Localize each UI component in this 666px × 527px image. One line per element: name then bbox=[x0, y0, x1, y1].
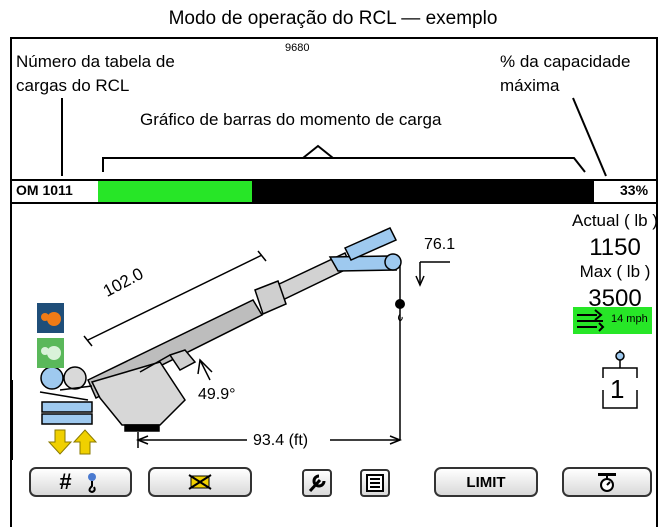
wrench-icon bbox=[308, 474, 326, 493]
menu-button[interactable] bbox=[360, 469, 390, 497]
wind-icon bbox=[577, 309, 605, 332]
hook-icon bbox=[87, 473, 96, 493]
parts-of-line-value: 1 bbox=[610, 374, 625, 404]
limit-button[interactable]: LIMIT bbox=[434, 467, 538, 497]
mute-horn-icon bbox=[188, 474, 212, 490]
tare-button[interactable] bbox=[562, 467, 652, 497]
menu-list-icon bbox=[366, 474, 384, 492]
alarm-mute-button[interactable] bbox=[148, 467, 252, 497]
boom-angle-label: 49.9° bbox=[198, 386, 236, 403]
radius-label: 93.4 (ft) bbox=[253, 432, 309, 449]
hash-icon: # bbox=[59, 469, 72, 494]
setup-button[interactable] bbox=[302, 469, 332, 497]
scale-icon bbox=[598, 473, 616, 492]
extend-retract-arrows bbox=[47, 429, 98, 455]
actual-load-label: Actual ( lb ) bbox=[572, 211, 658, 230]
actual-load-value: 1150 bbox=[589, 234, 641, 261]
hoist-indicators bbox=[37, 303, 64, 368]
wind-speed-indicator: 14 mph bbox=[573, 307, 652, 334]
bar-graph-bracket bbox=[102, 144, 586, 173]
wind-speed-value: 14 mph bbox=[611, 313, 648, 325]
parts-of-line-button[interactable]: # bbox=[29, 467, 132, 497]
tip-height-label: 76.1 bbox=[424, 236, 456, 253]
hook-block bbox=[395, 299, 405, 309]
max-load-label: Max ( lb ) bbox=[579, 262, 651, 281]
